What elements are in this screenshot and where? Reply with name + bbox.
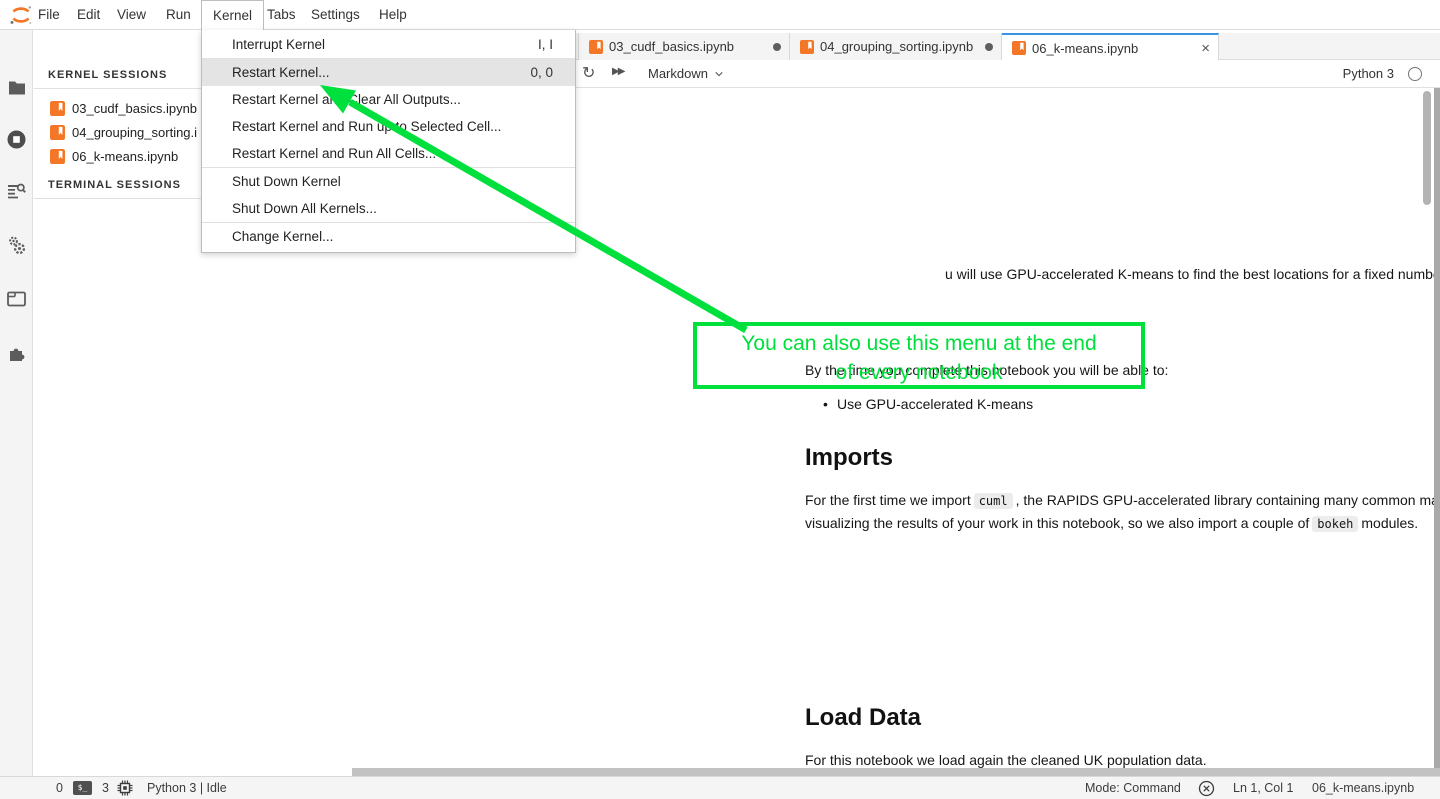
notebook-file-icon	[589, 40, 603, 54]
terminals-count: 0	[56, 777, 63, 799]
mode-indicator: Mode: Command	[1085, 777, 1181, 799]
notebook-file-icon	[800, 40, 814, 54]
left-sidebar-strip	[0, 30, 33, 776]
tab-06-k-means-active[interactable]: 06_k-means.ipynb ×	[1002, 33, 1219, 61]
imports-paragraph: For the first time we importcuml, the RA…	[805, 489, 1440, 535]
kernel-status-icon	[1408, 67, 1422, 81]
cursor-position: Ln 1, Col 1	[1233, 777, 1293, 799]
menu-kernel-active[interactable]: Kernel	[201, 0, 264, 31]
menu-item-restart-run-all[interactable]: Restart Kernel and Run All Cells...	[202, 140, 575, 167]
menu-item-interrupt-kernel[interactable]: Interrupt Kernel I, I	[202, 31, 575, 58]
kernel-status-text: Python 3 | Idle	[147, 777, 227, 799]
unsaved-changes-dot	[773, 43, 781, 51]
notebook-vertical-scrollbar[interactable]	[1423, 91, 1431, 205]
chevron-down-icon	[715, 70, 723, 78]
shortcut-label: 0, 0	[530, 59, 553, 86]
jupyterlab-window: u will use GPU-accelerated K-means to fi…	[0, 0, 1440, 799]
notebook-file-icon	[50, 149, 65, 164]
kernel-chip-icon	[117, 780, 133, 796]
session-name: 03_cudf_basics.ipynb	[72, 101, 197, 116]
menu-item-restart-clear-outputs[interactable]: Restart Kernel and Clear All Outputs...	[202, 86, 575, 113]
extension-manager-icon[interactable]	[0, 335, 33, 369]
unsaved-changes-dot	[985, 43, 993, 51]
close-icon[interactable]: ×	[1201, 41, 1210, 56]
session-name: 04_grouping_sorting.i	[72, 125, 197, 140]
tab-title: 06_k-means.ipynb	[1032, 41, 1193, 56]
notebook-horizontal-scrollbar[interactable]	[352, 768, 1440, 776]
menu-edit[interactable]: Edit	[71, 0, 106, 30]
menu-file[interactable]: File	[32, 0, 66, 30]
load-data-heading: Load Data	[805, 704, 921, 732]
notebook-file-icon	[50, 125, 65, 140]
kernel-dropdown-menu: Interrupt Kernel I, I Restart Kernel... …	[201, 30, 576, 253]
jupyter-logo-icon	[8, 2, 34, 28]
active-filename: 06_k-means.ipynb	[1312, 777, 1414, 799]
notebook-file-icon	[50, 101, 65, 116]
notebook-file-icon	[1012, 41, 1026, 55]
annotation-text-line1: You can also use this menu at the end	[697, 329, 1141, 358]
tab-04-grouping-sorting[interactable]: 04_grouping_sorting.ipynb	[790, 33, 1002, 60]
open-tabs-icon[interactable]	[0, 282, 33, 316]
tab-title: 04_grouping_sorting.ipynb	[820, 39, 977, 54]
file-browser-icon[interactable]	[0, 70, 33, 104]
restart-kernel-icon[interactable]: ↻	[582, 63, 595, 83]
not-trusted-icon	[1198, 780, 1215, 797]
menu-item-change-kernel[interactable]: Change Kernel...	[202, 223, 575, 250]
menu-item-shut-down-all-kernels[interactable]: Shut Down All Kernels...	[202, 195, 575, 222]
menu-settings[interactable]: Settings	[305, 0, 366, 30]
shortcut-label: I, I	[538, 31, 553, 58]
property-inspector-icon[interactable]	[0, 174, 33, 208]
terminal-icon: $_	[73, 781, 92, 795]
menu-help[interactable]: Help	[373, 0, 413, 30]
main-menu-bar: File Edit View Run Kernel Tabs Settings …	[0, 0, 1440, 30]
window-right-edge	[1434, 88, 1440, 768]
cell-type-dropdown[interactable]: Markdown	[648, 60, 723, 88]
running-sessions-icon[interactable]	[0, 122, 33, 156]
tab-03-cudf-basics[interactable]: 03_cudf_basics.ipynb	[578, 33, 790, 60]
session-name: 06_k-means.ipynb	[72, 149, 178, 164]
settings-gears-icon[interactable]	[0, 228, 33, 262]
kernels-count: 3	[102, 777, 109, 799]
notebook-intro-paragraph: u will use GPU-accelerated K-means to fi…	[945, 263, 1440, 285]
imports-heading: Imports	[805, 444, 893, 472]
menu-item-restart-run-to-selected[interactable]: Restart Kernel and Run up to Selected Ce…	[202, 113, 575, 140]
menu-view[interactable]: View	[111, 0, 152, 30]
load-data-paragraph: For this notebook we load again the clea…	[805, 749, 1207, 768]
annotation-callout-box: You can also use this menu at the end of…	[693, 322, 1145, 389]
tab-title: 03_cudf_basics.ipynb	[609, 39, 765, 54]
status-bar: 0 $_ 3 Python 3 | Idle Mode: Command Ln …	[0, 776, 1440, 799]
notebook-objective-bullet: Use GPU-accelerated K-means	[837, 396, 1033, 412]
menu-tabs[interactable]: Tabs	[261, 0, 302, 30]
menu-item-restart-kernel[interactable]: Restart Kernel... 0, 0	[202, 59, 575, 86]
menu-item-shut-down-kernel[interactable]: Shut Down Kernel	[202, 168, 575, 195]
kernel-name-button[interactable]: Python 3	[1343, 60, 1394, 88]
run-all-icon[interactable]: ▶▶	[612, 66, 623, 77]
annotation-text-line2: of every notebook	[697, 358, 1141, 387]
menu-run[interactable]: Run	[160, 0, 197, 30]
